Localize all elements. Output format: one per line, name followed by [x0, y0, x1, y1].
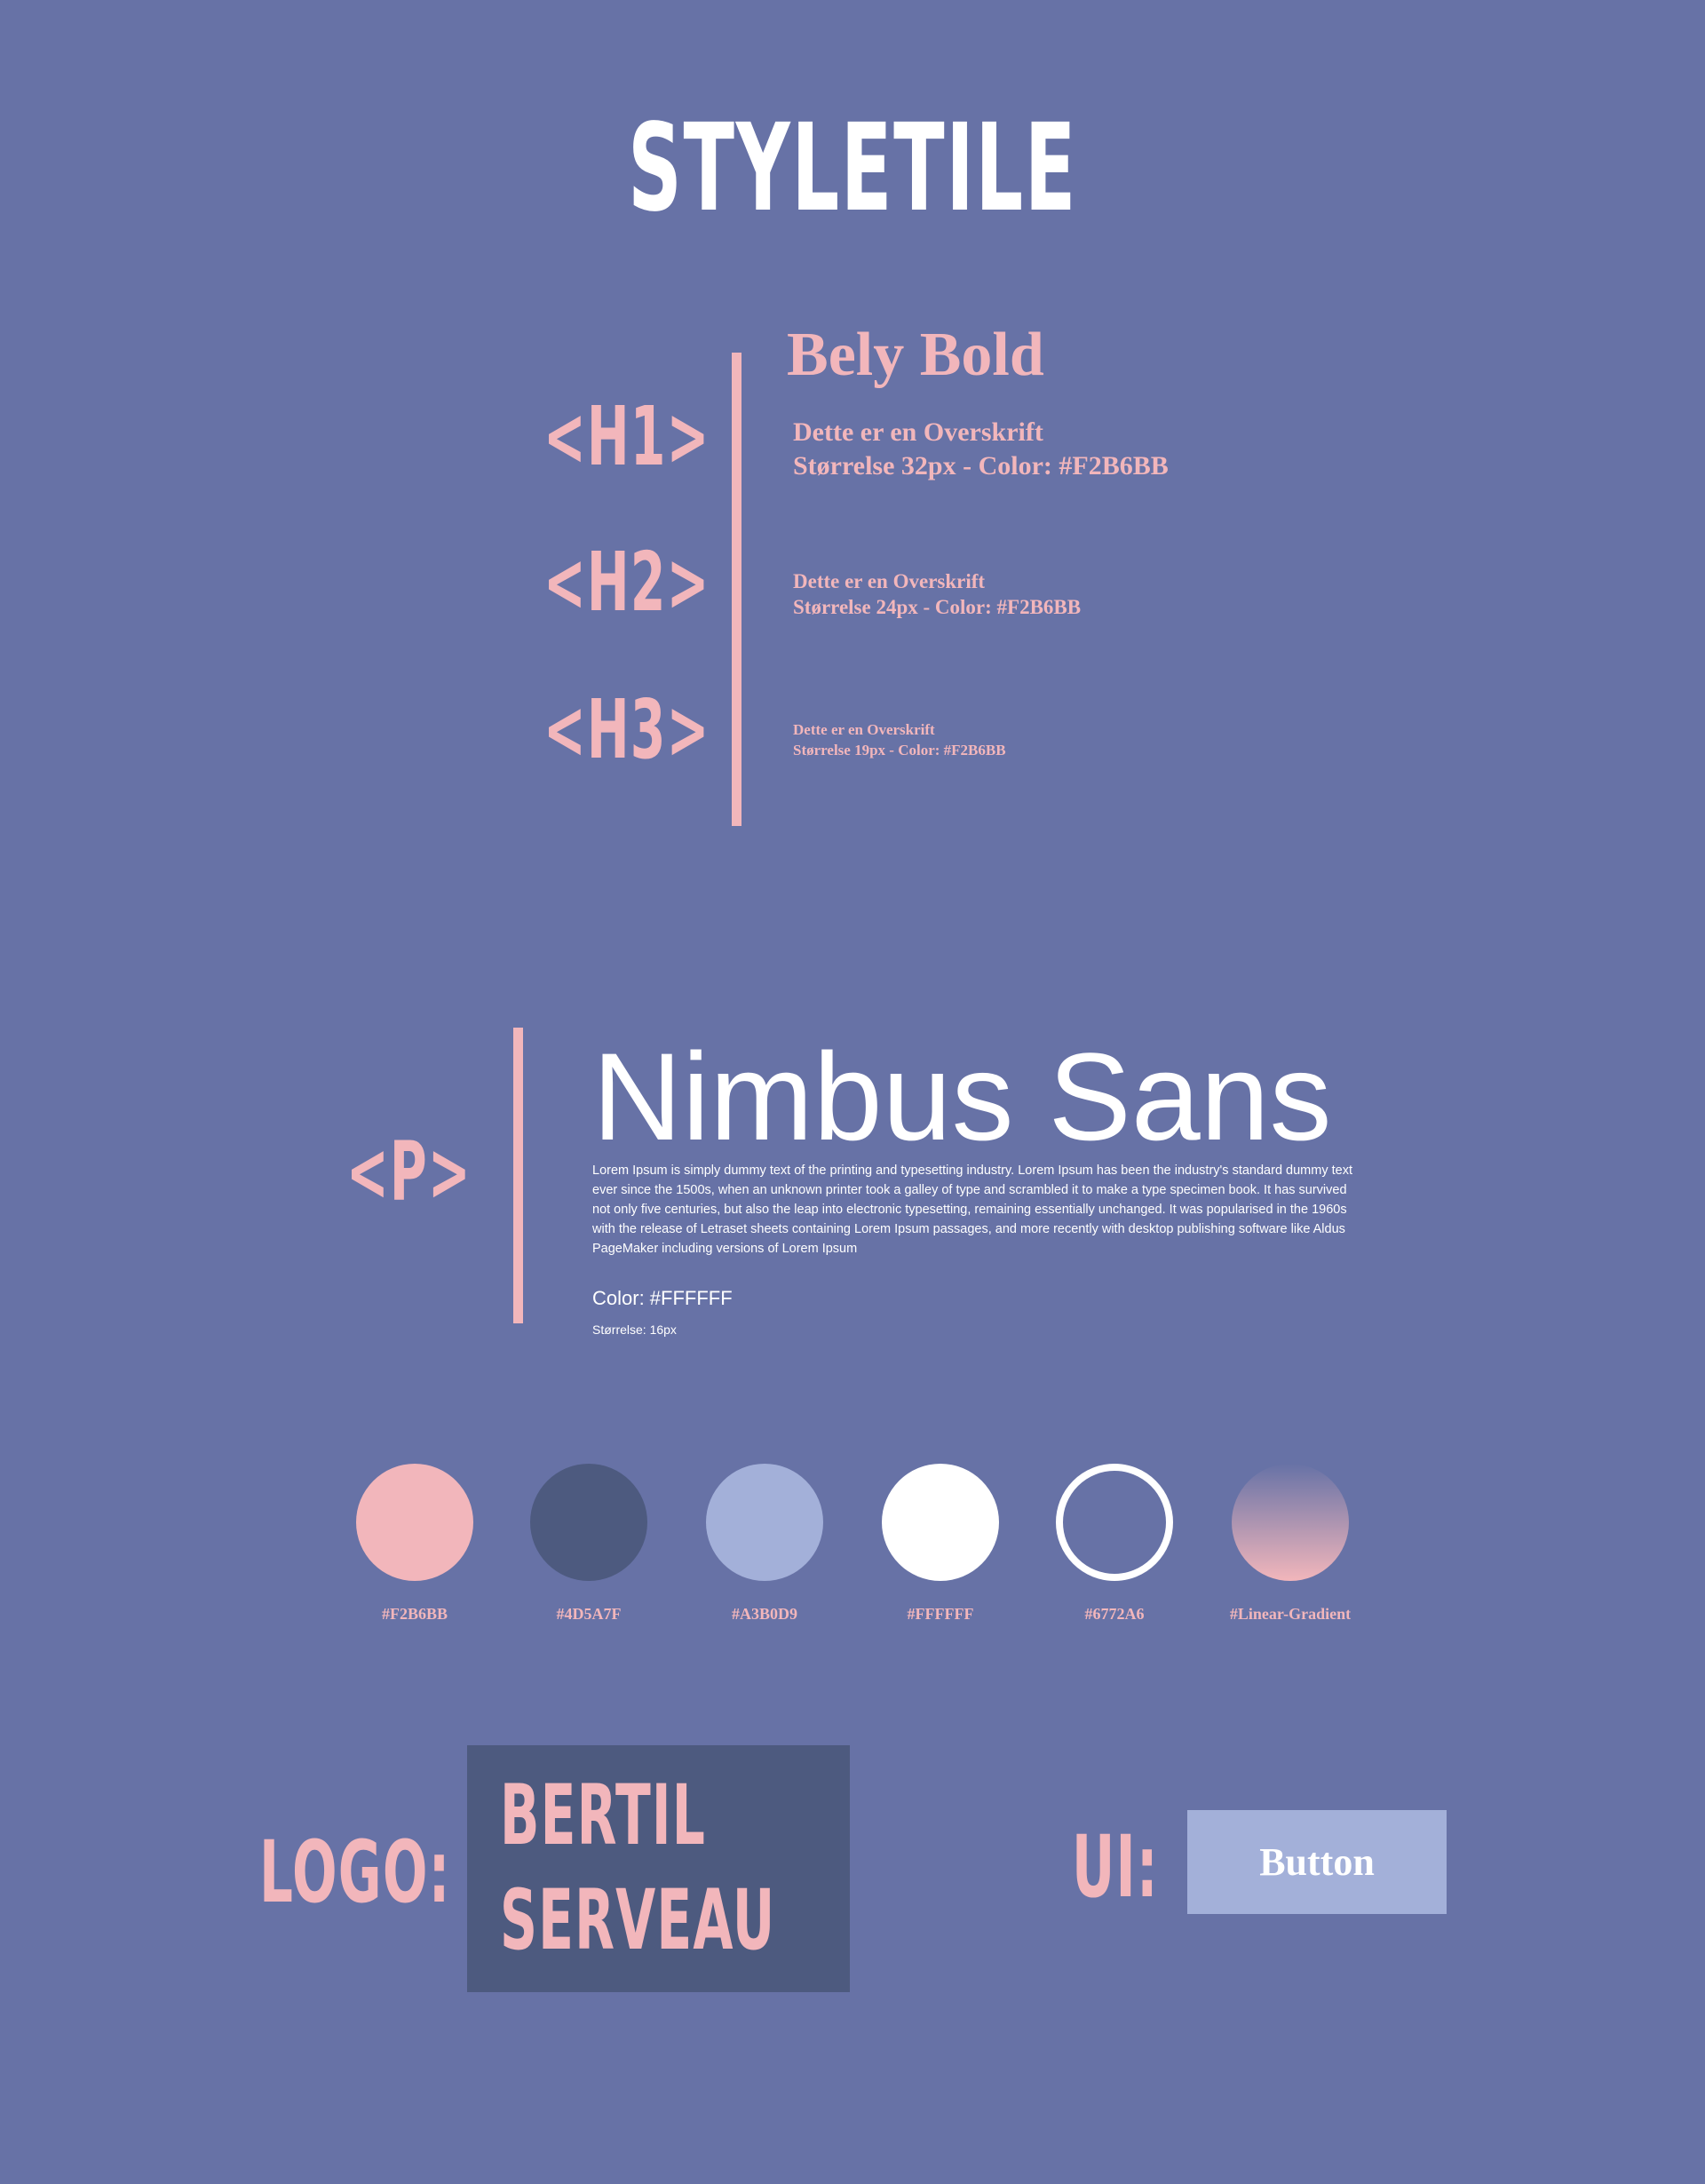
- paragraph-size-label: Størrelse: 16px: [592, 1322, 677, 1337]
- swatch-2: [530, 1464, 647, 1581]
- swatch-label-3: #A3B0D9: [731, 1605, 797, 1623]
- h1-description: Dette er en Overskrift Størrelse 32px - …: [793, 416, 1169, 483]
- heading-font-name: Bely Bold: [787, 321, 1044, 389]
- h3-description-line2: Størrelse 19px - Color: #F2B6BB: [793, 742, 1006, 758]
- logo-line-1: BERTIL: [500, 1767, 707, 1864]
- paragraph-font-name: Nimbus Sans: [592, 1027, 1332, 1166]
- paragraph-color-label: Color: #FFFFFF: [592, 1287, 733, 1309]
- swatch-label-4: #FFFFFF: [907, 1605, 974, 1623]
- p-tag: <P>: [346, 1124, 472, 1219]
- logo-line-2: SERVEAU: [500, 1872, 776, 1969]
- h1-description-line2: Størrelse 32px - Color: #F2B6BB: [793, 451, 1169, 480]
- h3-tag: <H3>: [543, 682, 710, 777]
- swatch-label-1: #F2B6BB: [381, 1605, 448, 1623]
- h1-tag: <H1>: [543, 389, 710, 484]
- h2-tag: <H2>: [543, 535, 710, 630]
- paragraph-sample-text: Lorem Ipsum is simply dummy text of the …: [592, 1163, 1352, 1256]
- logo: BERTIL SERVEAU: [467, 1745, 850, 1992]
- h3-description-line1: Dette er en Overskrift: [793, 721, 935, 738]
- swatch-label-2: #4D5A7F: [556, 1605, 622, 1623]
- swatch-3: [706, 1464, 823, 1581]
- sample-button[interactable]: Button: [1187, 1810, 1447, 1914]
- page-title: STYLETILE: [627, 99, 1078, 239]
- h3-description: Dette er en Overskrift Størrelse 19px - …: [793, 719, 1006, 760]
- swatch-6: [1232, 1464, 1349, 1581]
- swatch-5: [1056, 1464, 1173, 1581]
- h2-description: Dette er en Overskrift Størrelse 24px - …: [793, 568, 1081, 620]
- h1-description-line1: Dette er en Overskrift: [793, 417, 1043, 447]
- h2-description-line1: Dette er en Overskrift: [793, 570, 986, 592]
- swatch-1: [356, 1464, 473, 1581]
- swatch-label-5: #6772A6: [1084, 1605, 1145, 1623]
- swatch-4: [882, 1464, 999, 1581]
- swatch-label-6: #Linear-Gradient: [1229, 1605, 1352, 1623]
- h2-description-line2: Størrelse 24px - Color: #F2B6BB: [793, 596, 1082, 618]
